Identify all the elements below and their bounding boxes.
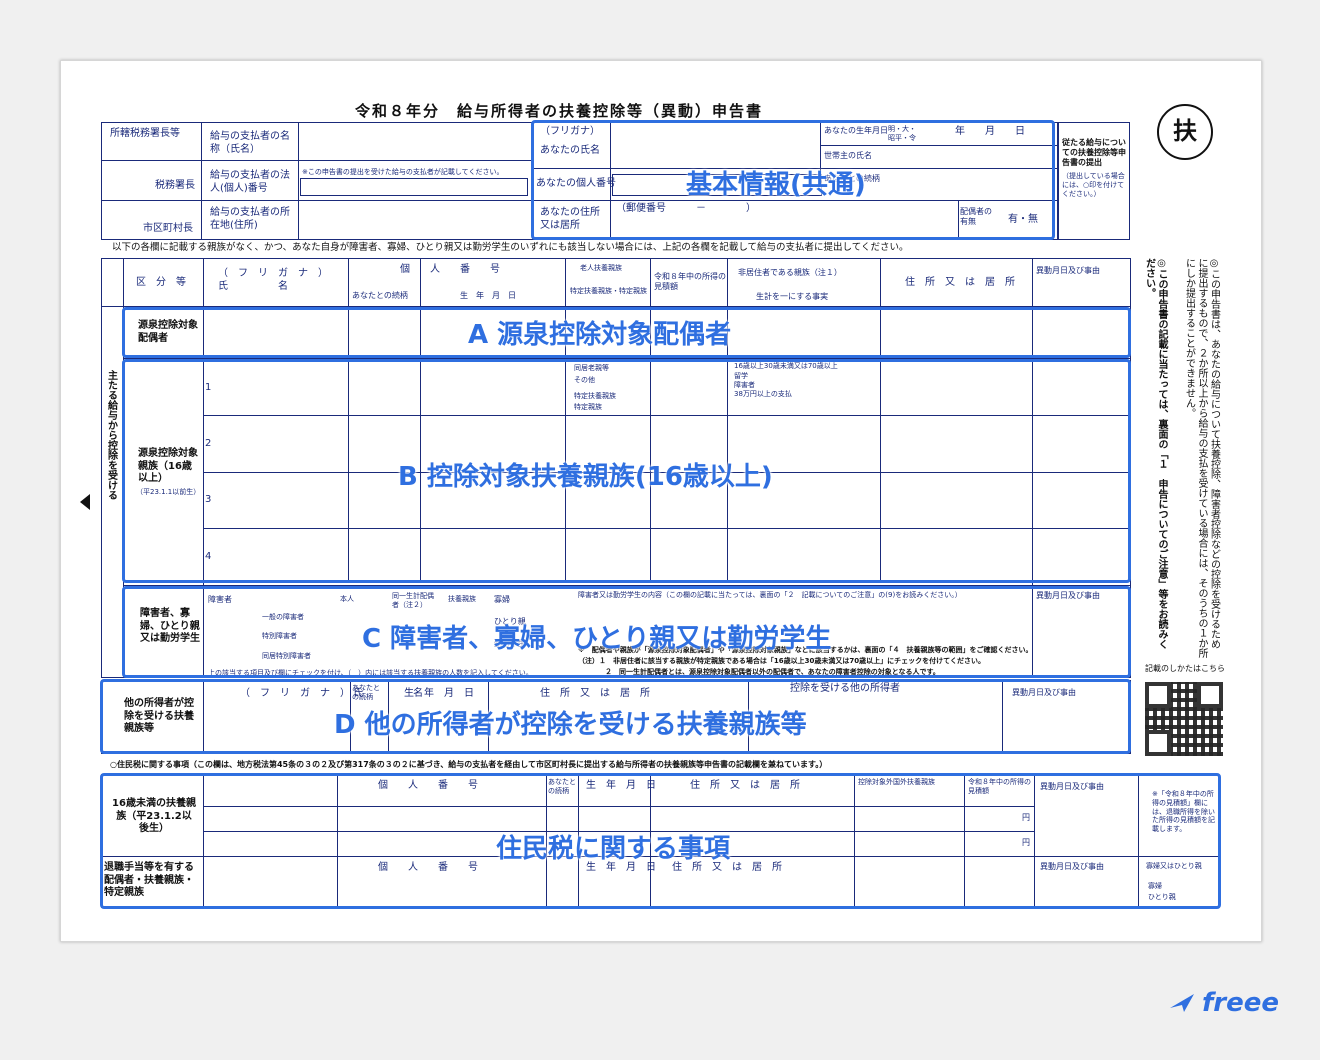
col-name: （ フ リ ガ ナ ） 氏 名 [218,268,328,292]
how-to-link[interactable]: 記載のしかたはこちら [1145,664,1225,674]
office-chief-label: 所轄税務署長等 [110,128,180,139]
intro-text: 以下の各欄に記載する親族がなく、かつ、あなた自身が障害者、寡婦、ひとり親又は勤労… [112,242,909,253]
payer-name-label: 給与の支払者の名称（氏名） [210,131,290,155]
col-category: 区 分 等 [136,277,186,288]
section-c-overlay: C 障害者、寡婦、ひとり親又は勤労学生 [362,624,832,654]
col-livelihood: 生計を一にする事実 [756,292,829,301]
col-specific: 特定扶養親族・特定親族 [570,287,647,295]
basic-info-overlay: 基本情報(共通) [686,170,866,200]
municipality-label: 市区町村長 [143,223,193,234]
section-e-overlay: 住民税に関する事項 [496,834,731,864]
payer-number-input[interactable] [300,178,528,196]
side-vertical: 主たる給与から控除を受ける [105,370,117,500]
payer-number-label: 給与の支払者の法人(個人)番号 [210,170,290,194]
freee-logo: freee [1202,988,1280,1018]
freee-bird-icon [1170,994,1194,1012]
col-nonresident: 非居住者である親族（注１） [738,268,842,277]
fu-badge: 扶 [1157,104,1213,160]
right-note-2: ◎この申告書の記載に当たっては、裏面の「１ 申告についてのご注意」等をお読みくだ… [1143,258,1168,649]
col-birth: 生 年 月 日 [460,291,516,300]
section-d-overlay: D 他の所得者が控除を受ける扶養親族等 [334,710,807,740]
side-note-sub: （提出している場合には、○印を付けてください。） [1062,172,1125,198]
section-b-overlay: B 控除対象扶養親族(16歳以上) [398,462,773,492]
payer-number-note: ※この申告書の提出を受けた給与の支払者が記載してください。 [302,168,504,176]
tax-office-label: 税務署長 [155,180,195,191]
qr-code-icon[interactable] [1145,682,1223,756]
left-arrow-icon [80,494,90,510]
col-number: 個 人 番 号 [400,264,500,275]
col-address: 住 所 又 は 居 所 [905,277,1015,288]
col-elderly: 老人扶養親族 [580,264,622,272]
col-relation: あなたとの続柄 [352,291,408,300]
section-a-overlay: A 源泉控除対象配偶者 [468,320,732,350]
resident-tax-heading: ○住民税に関する事項（この欄は、地方税法第45条の３の２及び第317条の３の２に… [110,760,828,769]
col-income: 令和８年中の所得の見積額 [654,272,726,291]
payer-address-label: 給与の支払者の所在地(住所) [210,207,290,231]
page-title: 令和８年分 給与所得者の扶養控除等（異動）申告書 [355,102,764,120]
col-change: 異動月日及び事由 [1036,266,1100,275]
right-note-1: ◎この申告書は、あなたの給与について扶養控除、障害者控除などの控除を受けるために… [1183,258,1220,658]
side-note: 従たる給与についての扶養控除等申告書の提出 [1062,138,1126,167]
